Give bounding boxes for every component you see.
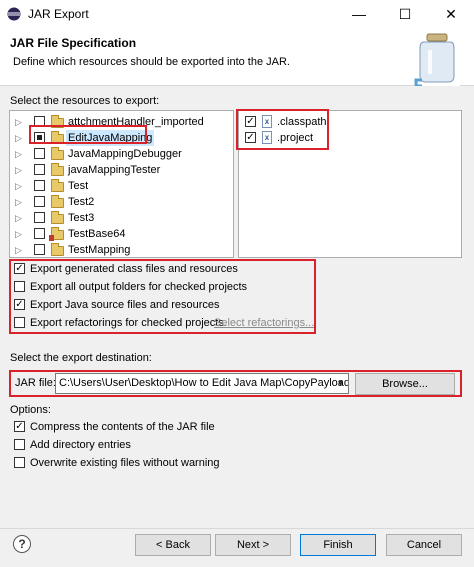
- xml-file-icon: x: [262, 115, 272, 128]
- checkbox[interactable]: [34, 228, 45, 239]
- checkbox[interactable]: [14, 439, 25, 450]
- option-label: Export all output folders for checked pr…: [30, 281, 248, 293]
- project-folder-icon: [51, 243, 64, 256]
- tree-item[interactable]: ▷ javaMappingTester: [10, 162, 233, 178]
- resources-label: Select the resources to export:: [10, 95, 160, 107]
- xml-file-icon: x: [262, 131, 272, 144]
- expand-arrow-icon[interactable]: ▷: [15, 146, 25, 162]
- tree-item[interactable]: ▷ Test2: [10, 194, 233, 210]
- browse-button[interactable]: Browse...: [355, 373, 455, 395]
- list-item[interactable]: ✓ x .project: [239, 130, 461, 146]
- tree-item[interactable]: ▷ JavaMappingDebugger: [10, 146, 233, 162]
- list-item-label: .classpath: [277, 116, 327, 128]
- cancel-button[interactable]: Cancel: [386, 534, 462, 556]
- tree-item-label: JavaMappingDebugger: [68, 148, 182, 160]
- jar-file-label: JAR file:: [15, 377, 56, 389]
- checkbox[interactable]: ✓: [14, 421, 25, 432]
- options-label: Options:: [10, 404, 51, 416]
- project-folder-icon: [51, 179, 64, 192]
- checkbox[interactable]: [34, 132, 45, 143]
- destination-label: Select the export destination:: [10, 352, 152, 364]
- tree-item-label: EditJavaMapping: [66, 130, 155, 146]
- page-description: Define which resources should be exporte…: [13, 56, 290, 68]
- checkbox[interactable]: [34, 212, 45, 223]
- title-bar: JAR Export — ☐ ✕: [0, 0, 474, 28]
- finish-button[interactable]: Finish: [300, 534, 376, 556]
- option-label: Export generated class files and resourc…: [30, 263, 238, 275]
- expand-arrow-icon[interactable]: ▷: [15, 178, 25, 194]
- project-folder-icon: [51, 147, 64, 160]
- project-folder-icon: [51, 131, 64, 144]
- close-button[interactable]: ✕: [428, 0, 474, 28]
- jar-file-combo[interactable]: C:\Users\User\Desktop\How to Edit Java M…: [55, 373, 349, 394]
- eclipse-icon: [7, 7, 21, 21]
- checkbox[interactable]: [34, 196, 45, 207]
- tree-item-label: Test2: [68, 196, 95, 208]
- wizard-header: JAR File Specification Define which reso…: [0, 28, 474, 86]
- expand-arrow-icon[interactable]: ▷: [15, 194, 25, 210]
- minimize-button[interactable]: —: [336, 0, 382, 28]
- expand-arrow-icon[interactable]: ▷: [15, 242, 25, 258]
- window-title: JAR Export: [28, 7, 89, 21]
- list-item-label: .project: [277, 132, 314, 144]
- tree-item-label: Test3: [68, 212, 95, 224]
- back-button[interactable]: < Back: [135, 534, 211, 556]
- checkbox[interactable]: ✓: [14, 299, 25, 310]
- option-label: Export refactorings for checked projects…: [30, 317, 227, 329]
- project-folder-icon: [51, 195, 64, 208]
- checkbox[interactable]: [14, 317, 25, 328]
- page-title: JAR File Specification: [10, 36, 137, 50]
- tree-item-label: TestBase64: [68, 228, 126, 240]
- select-refactorings-link[interactable]: Select refactorings...: [214, 315, 314, 331]
- expand-arrow-icon[interactable]: ▷: [15, 210, 25, 226]
- checkbox[interactable]: ✓: [14, 263, 25, 274]
- checkbox[interactable]: [34, 244, 45, 255]
- expand-arrow-icon[interactable]: ▷: [15, 114, 25, 130]
- tree-item-label: Test: [68, 180, 89, 192]
- tree-item-label: javaMappingTester: [68, 164, 161, 176]
- project-folder-error-icon: [49, 227, 64, 241]
- tree-item[interactable]: ▷ TestBase64: [10, 226, 233, 242]
- project-folder-icon: [51, 163, 64, 176]
- checkbox[interactable]: [14, 281, 25, 292]
- tree-item[interactable]: ▷ EditJavaMapping: [10, 130, 233, 146]
- checkbox[interactable]: [34, 116, 45, 127]
- tree-item[interactable]: ▷ Test3: [10, 210, 233, 226]
- option-label: Export Java source files and resources: [30, 299, 220, 311]
- tree-item[interactable]: ▷ Test: [10, 178, 233, 194]
- expand-arrow-icon[interactable]: ▷: [15, 130, 25, 146]
- help-icon[interactable]: ?: [13, 535, 31, 553]
- checkbox[interactable]: ✓: [245, 116, 256, 127]
- option-label: Add directory entries: [30, 439, 131, 451]
- option-label: Compress the contents of the JAR file: [30, 421, 215, 433]
- checkbox[interactable]: ✓: [245, 132, 256, 143]
- checkbox[interactable]: [34, 180, 45, 191]
- next-button[interactable]: Next >: [215, 534, 291, 556]
- tree-item-label: attchmentHandler_imported: [68, 116, 204, 128]
- jar-path-value: C:\Users\User\Desktop\How to Edit Java M…: [59, 377, 349, 389]
- expand-arrow-icon[interactable]: ▷: [15, 226, 25, 242]
- project-folder-icon: [51, 211, 64, 224]
- project-tree[interactable]: ▷ attchmentHandler_imported ▷ EditJavaMa…: [9, 110, 234, 258]
- separator: [0, 528, 474, 529]
- jar-icon: [414, 32, 460, 86]
- project-folder-icon: [51, 115, 64, 128]
- maximize-button[interactable]: ☐: [382, 0, 428, 28]
- tree-item[interactable]: ▷ TestMapping: [10, 242, 233, 258]
- checkbox[interactable]: [14, 457, 25, 468]
- file-list[interactable]: ✓ x .classpath ✓ x .project: [238, 110, 462, 258]
- checkbox[interactable]: [34, 164, 45, 175]
- tree-item[interactable]: ▷ attchmentHandler_imported: [10, 114, 233, 130]
- chevron-down-icon[interactable]: ▼: [336, 374, 345, 393]
- tree-item-label: TestMapping: [68, 244, 131, 256]
- checkbox[interactable]: [34, 148, 45, 159]
- option-label: Overwrite existing files without warning: [30, 457, 220, 469]
- list-item[interactable]: ✓ x .classpath: [239, 114, 461, 130]
- expand-arrow-icon[interactable]: ▷: [15, 162, 25, 178]
